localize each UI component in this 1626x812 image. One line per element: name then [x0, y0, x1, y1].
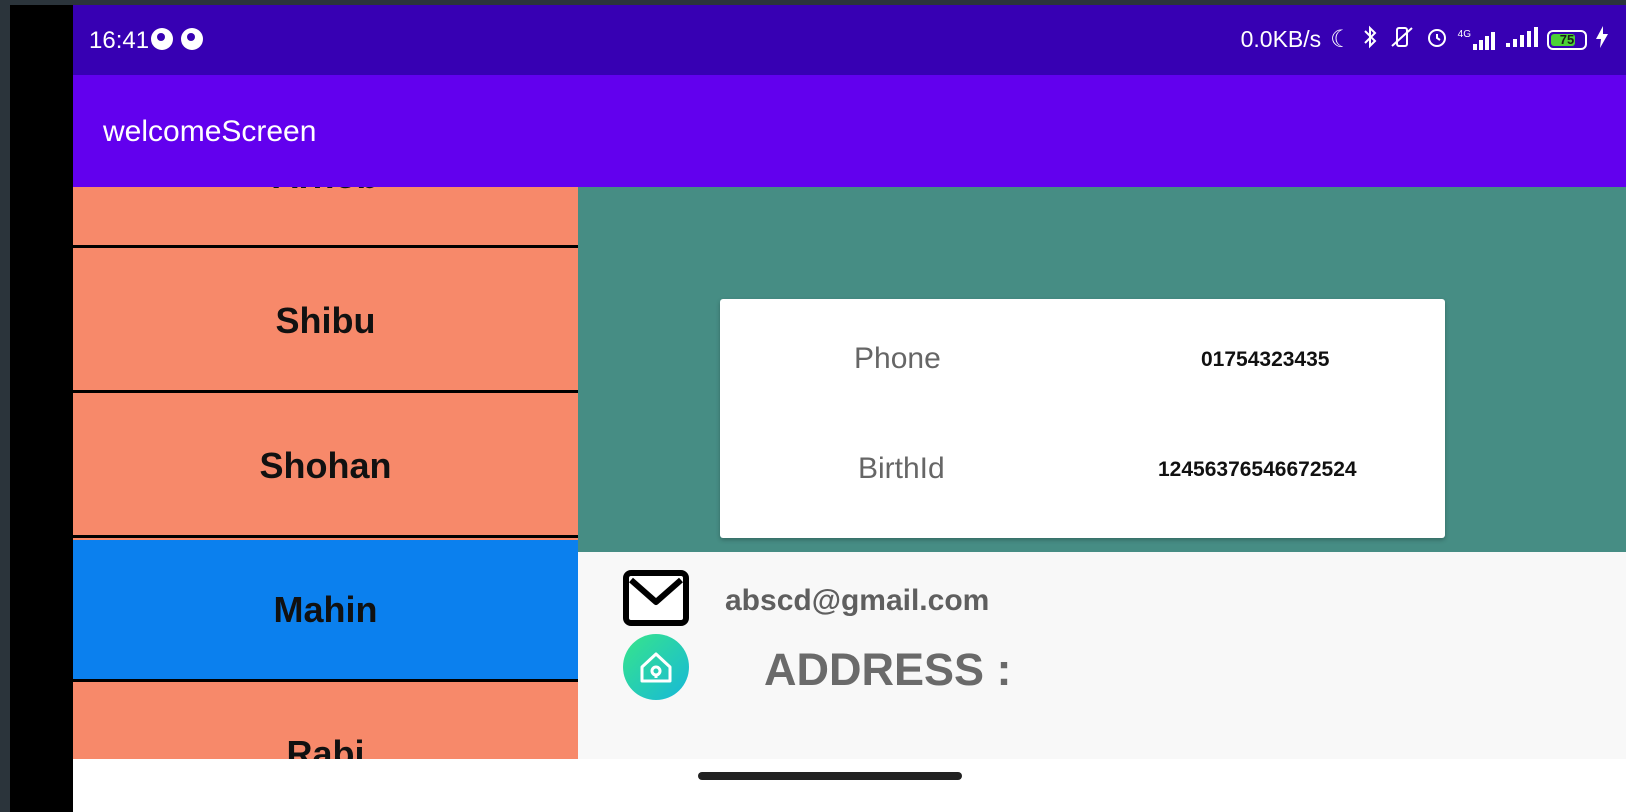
- phone-label: Phone: [854, 342, 941, 375]
- notification-icon: [181, 28, 203, 50]
- mail-icon: [623, 570, 689, 626]
- detail-header: Phone 01754323435 BirthId 12456376546672…: [578, 187, 1626, 552]
- notification-icon: [151, 28, 173, 50]
- list-item-label: Shibu: [275, 299, 376, 341]
- alarm-icon: [1425, 25, 1449, 54]
- address-label: ADDRESS :: [764, 644, 1012, 695]
- list-item-rabi[interactable]: Rabi: [73, 685, 578, 759]
- left-black-bezel: [10, 5, 73, 812]
- moon-icon: ☾: [1330, 25, 1352, 53]
- vibrate-off-icon: [1388, 25, 1416, 54]
- home-indicator[interactable]: [698, 772, 962, 780]
- network-speed: 0.0KB/s: [1240, 26, 1322, 52]
- signal-icon: [1506, 26, 1538, 53]
- battery-level: 75: [1559, 32, 1575, 47]
- app-bar: welcomeScreen: [73, 75, 1626, 187]
- phone-value: 01754323435: [1201, 348, 1330, 371]
- list-item-label: Mahin: [273, 588, 378, 630]
- phone-screen: 16:41 0.0KB/s ☾ 4G 75 welcomeScreen Shib…: [73, 5, 1626, 812]
- app-title: welcomeScreen: [103, 115, 317, 148]
- navigation-area: [73, 759, 1626, 812]
- contact-info: abscd@gmail.com ADDRESS :: [578, 552, 1626, 759]
- list-item-label: Arnob: [273, 187, 379, 197]
- list-item-shibu[interactable]: Shibu: [73, 251, 578, 393]
- home-location-icon: [623, 634, 689, 700]
- signal-4g-icon: 4G: [1458, 29, 1497, 50]
- birthid-value: 12456376546672524: [1158, 458, 1357, 481]
- status-time: 16:41: [89, 27, 150, 54]
- list-item-label: Shohan: [259, 444, 392, 486]
- contacts-list[interactable]: Arnob Shibu Shohan Mahin Rabi: [73, 187, 578, 759]
- charging-icon: [1596, 26, 1608, 53]
- birthid-label: BirthId: [858, 452, 945, 485]
- list-item-arnob[interactable]: Arnob: [73, 187, 578, 248]
- list-item-shohan[interactable]: Shohan: [73, 396, 578, 538]
- list-item-label: Rabi: [286, 733, 365, 759]
- bluetooth-icon: [1361, 25, 1379, 54]
- list-item-mahin[interactable]: Mahin: [73, 540, 578, 682]
- detail-panel: Phone 01754323435 BirthId 12456376546672…: [578, 187, 1626, 759]
- battery-icon: 75: [1547, 29, 1587, 50]
- email-text: abscd@gmail.com: [725, 584, 990, 617]
- info-card: Phone 01754323435 BirthId 12456376546672…: [720, 299, 1445, 538]
- status-bar: 16:41 0.0KB/s ☾ 4G 75: [73, 5, 1626, 75]
- status-icons: 0.0KB/s ☾ 4G 75: [1241, 25, 1608, 54]
